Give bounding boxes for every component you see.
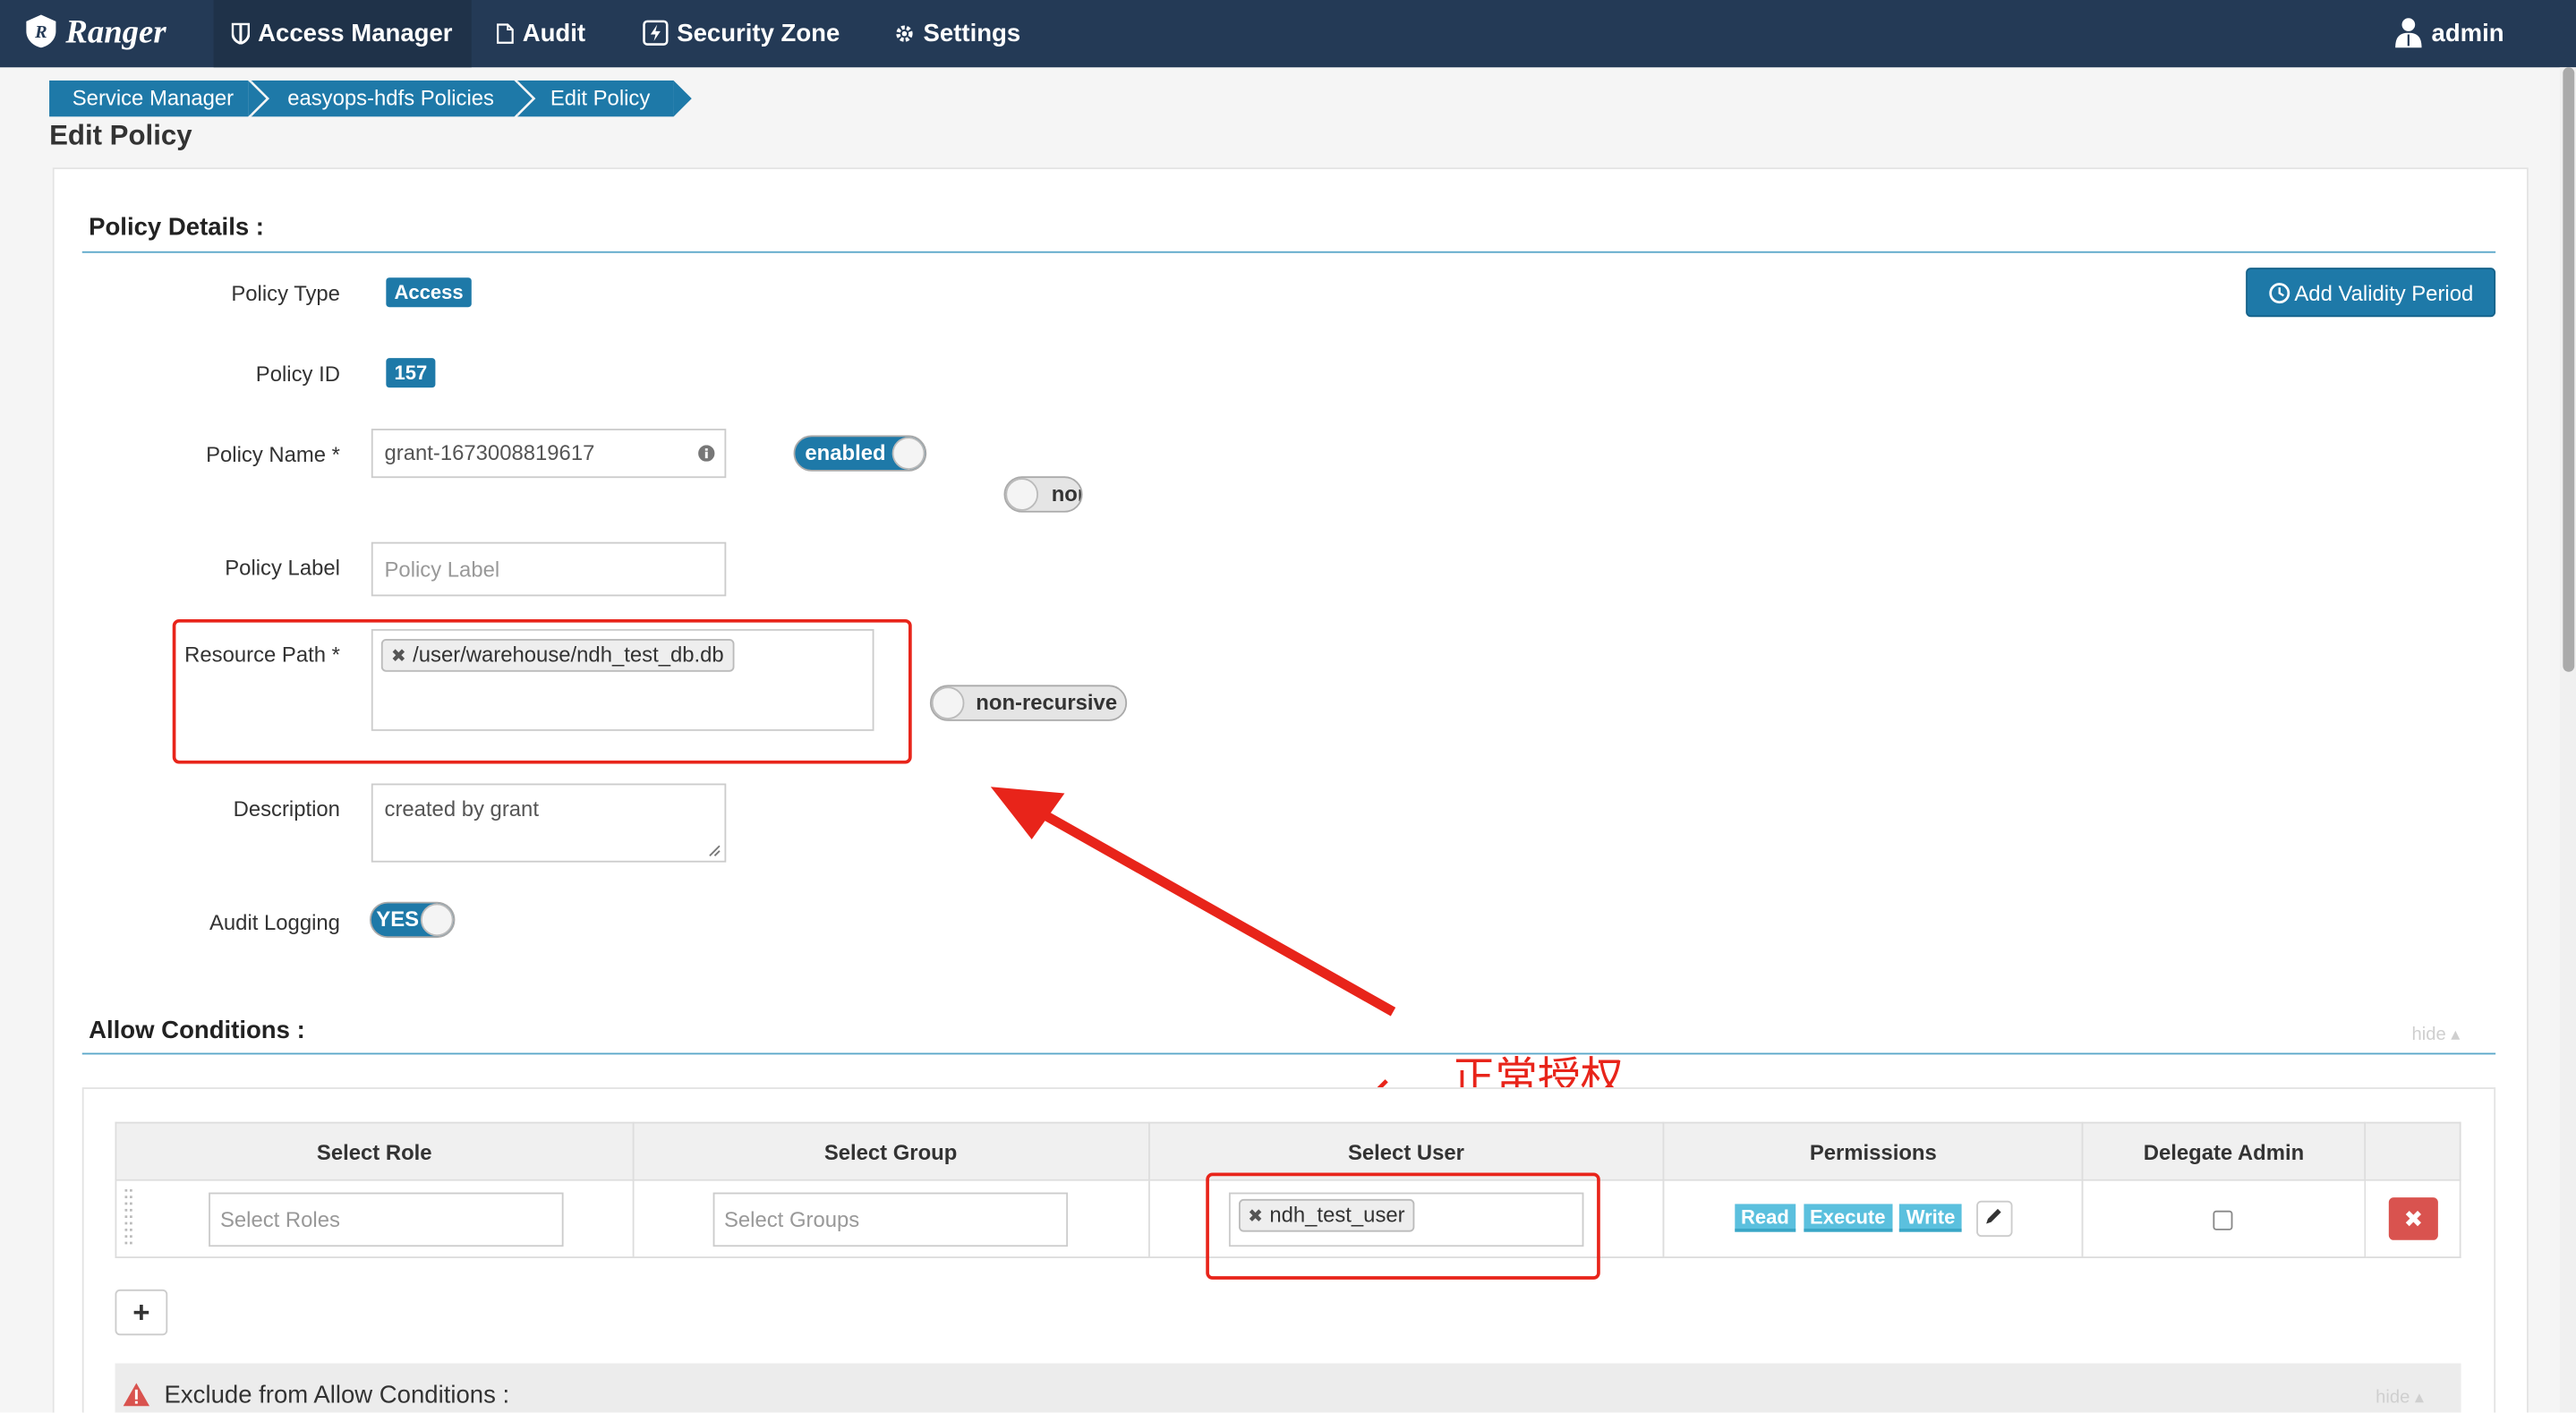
select-roles-placeholder: Select Roles <box>219 1207 340 1232</box>
pencil-icon <box>1986 1208 2002 1224</box>
warning-icon <box>123 1383 150 1407</box>
annotation-highlight-box <box>1206 1172 1600 1280</box>
column-delegate-admin: Delegate Admin <box>2081 1121 2367 1181</box>
drag-handle-icon[interactable] <box>124 1188 134 1248</box>
select-groups-placeholder: Select Groups <box>723 1207 860 1232</box>
column-select-role: Select Role <box>115 1121 635 1181</box>
select-groups-input[interactable]: Select Groups <box>712 1192 1068 1247</box>
column-select-group: Select Group <box>632 1121 1149 1181</box>
select-roles-input[interactable]: Select Roles <box>209 1192 564 1247</box>
column-select-user: Select User <box>1147 1121 1665 1181</box>
exclude-conditions-bar: Exclude from Allow Conditions : hide ▴ <box>115 1363 2461 1413</box>
exclude-hide-label: hide <box>2376 1387 2410 1409</box>
permission-execute[interactable]: Execute <box>1803 1204 1892 1233</box>
role-cell: Select Roles <box>115 1179 635 1258</box>
delegate-admin-checkbox[interactable] <box>2213 1210 2233 1230</box>
annotation-arrowhead <box>990 787 1065 839</box>
add-condition-button[interactable]: + <box>115 1289 168 1336</box>
page-scrollbar-thumb[interactable] <box>2563 67 2575 672</box>
column-permissions: Permissions <box>1663 1121 2084 1181</box>
group-cell: Select Groups <box>632 1179 1149 1258</box>
table-header-row: Select Role Select Group Select User Per… <box>115 1121 2461 1181</box>
permission-write[interactable]: Write <box>1899 1204 1962 1233</box>
section-divider <box>81 1052 2496 1055</box>
allow-conditions-title: Allow Conditions : <box>89 1017 305 1045</box>
permission-read[interactable]: Read <box>1734 1204 1796 1233</box>
annotation-arrow-line <box>1036 806 1396 1017</box>
exclude-hide-toggle[interactable]: hide ▴ <box>2376 1386 2424 1408</box>
column-actions <box>2364 1121 2461 1181</box>
allow-hide-toggle[interactable]: hide ▴ <box>2411 1024 2461 1045</box>
allow-hide-label: hide <box>2411 1025 2446 1045</box>
delete-row-button[interactable]: ✖ <box>2388 1197 2438 1240</box>
edit-permissions-button[interactable] <box>1975 1200 2012 1238</box>
exclude-title: Exclude from Allow Conditions : <box>164 1381 510 1409</box>
delegate-admin-cell <box>2081 1179 2367 1258</box>
actions-cell: ✖ <box>2364 1179 2461 1258</box>
permissions-cell: Read Execute Write <box>1663 1179 2084 1258</box>
